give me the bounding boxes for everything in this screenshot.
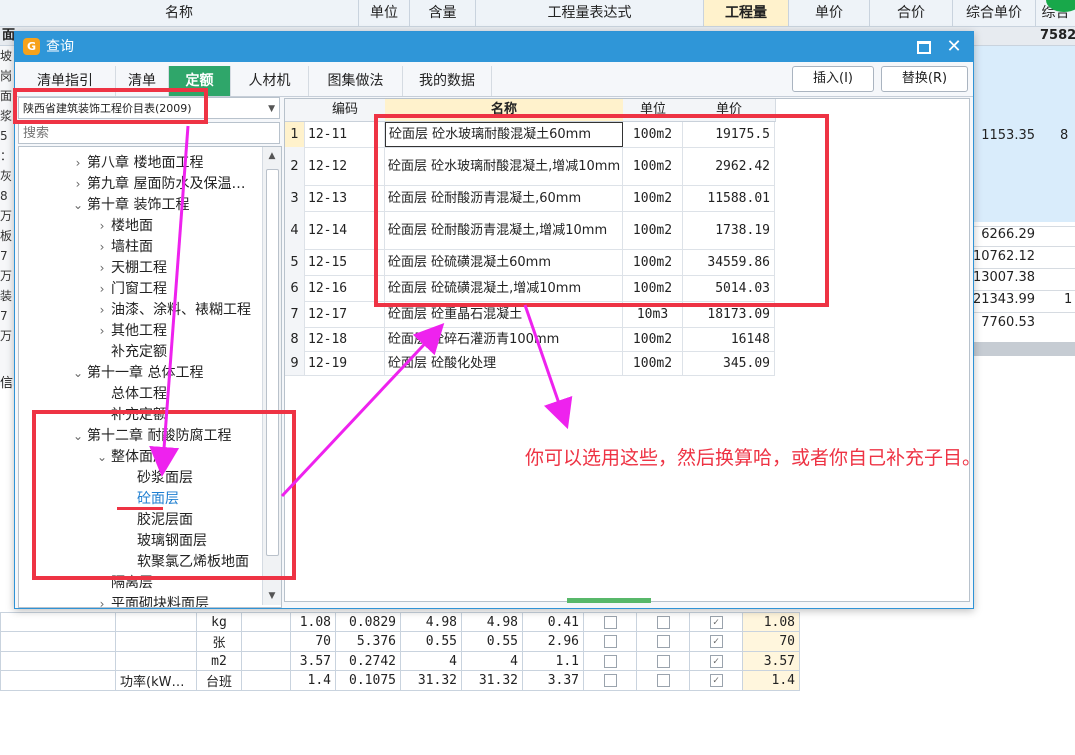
- arrow-rows-to-note: [523, 304, 573, 430]
- annotation-note: 你可以选用这些，然后换算哈，或者你自己补充子目。: [525, 447, 982, 469]
- annotation-arrows: [149, 125, 573, 498]
- arrow-library-to-tree: [149, 125, 190, 477]
- arrow-tree-to-rows: [280, 323, 445, 498]
